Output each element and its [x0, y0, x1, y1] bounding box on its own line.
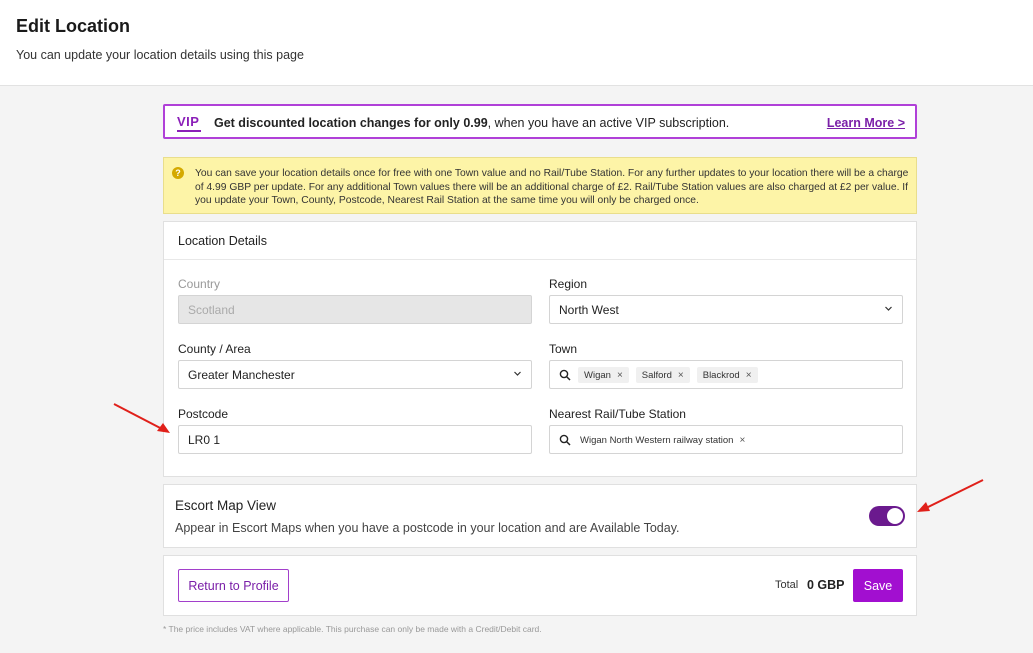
- town-chip: Salford ×: [635, 367, 690, 383]
- town-chips: Wigan × Salford × Blackrod ×: [578, 367, 758, 383]
- region-value: North West: [559, 303, 619, 317]
- close-icon[interactable]: ×: [739, 435, 745, 446]
- region-select[interactable]: North West: [549, 295, 903, 324]
- station-search-field[interactable]: Wigan North Western railway station ×: [549, 425, 903, 454]
- county-value: Greater Manchester: [188, 368, 295, 382]
- annotation-arrow: [917, 479, 984, 512]
- vip-banner: VIP Get discounted location changes for …: [163, 104, 917, 139]
- pricing-notice: ? You can save your location details onc…: [163, 157, 917, 214]
- station-chips: Wigan North Western railway station ×: [578, 432, 748, 448]
- vip-logo-underline: [177, 130, 201, 132]
- toggle-knob: [887, 508, 903, 524]
- vip-logo: VIP: [177, 114, 200, 129]
- town-chip: Blackrod ×: [696, 367, 758, 383]
- page-subtitle: You can update your location details usi…: [16, 48, 304, 62]
- country-field: Scotland: [178, 295, 532, 324]
- county-label: County / Area: [178, 342, 251, 356]
- region-label: Region: [549, 277, 588, 291]
- escort-map-toggle[interactable]: [869, 506, 905, 526]
- return-to-profile-button[interactable]: Return to Profile: [178, 569, 289, 602]
- notice-text: You can save your location details once …: [195, 168, 909, 206]
- town-chip-label: Wigan: [584, 369, 611, 381]
- town-chip: Wigan ×: [578, 367, 629, 383]
- save-button[interactable]: Save: [853, 569, 903, 602]
- total-label: Total: [775, 579, 799, 591]
- vip-banner-text-rest: , when you have an active VIP subscripti…: [487, 116, 730, 130]
- location-details-card: Location Details Country Scotland Region…: [163, 221, 917, 477]
- search-icon: [559, 369, 571, 381]
- vip-banner-text-bold: Get discounted location changes for only…: [214, 116, 488, 130]
- station-chip-label: Wigan North Western railway station: [580, 434, 734, 446]
- vip-banner-text: Get discounted location changes for only…: [214, 116, 729, 130]
- vat-footnote: * The price includes VAT where applicabl…: [163, 624, 542, 634]
- help-circle-icon: ?: [172, 167, 184, 179]
- close-icon[interactable]: ×: [678, 370, 684, 381]
- station-label: Nearest Rail/Tube Station: [549, 407, 686, 421]
- postcode-label: Postcode: [178, 407, 229, 421]
- total-value: 0 GBP: [807, 578, 845, 592]
- close-icon[interactable]: ×: [617, 370, 623, 381]
- chevron-down-icon: [514, 370, 521, 377]
- town-chip-label: Blackrod: [702, 369, 740, 381]
- chevron-down-icon: [885, 305, 892, 312]
- station-chip: Wigan North Western railway station ×: [578, 432, 748, 448]
- town-search-field[interactable]: Wigan × Salford × Blackrod ×: [549, 360, 903, 389]
- location-details-header: Location Details: [164, 222, 916, 260]
- postcode-value: LR0 1: [188, 433, 221, 447]
- action-footer: Return to Profile Total 0 GBP Save: [163, 555, 917, 616]
- county-select[interactable]: Greater Manchester: [178, 360, 532, 389]
- town-label: Town: [549, 342, 578, 356]
- escort-map-description: Appear in Escort Maps when you have a po…: [175, 521, 680, 535]
- postcode-input[interactable]: LR0 1: [178, 425, 532, 454]
- country-value: Scotland: [188, 303, 235, 317]
- search-icon: [559, 434, 571, 446]
- page-header: Edit Location You can update your locati…: [0, 0, 1033, 86]
- escort-map-title: Escort Map View: [175, 498, 277, 513]
- country-label: Country: [178, 277, 221, 291]
- page-title: Edit Location: [16, 16, 130, 36]
- learn-more-link[interactable]: Learn More >: [827, 116, 905, 130]
- location-details-title: Location Details: [178, 234, 267, 248]
- escort-map-card: Escort Map View Appear in Escort Maps wh…: [163, 484, 917, 548]
- annotation-arrow: [113, 403, 170, 433]
- close-icon[interactable]: ×: [746, 370, 752, 381]
- town-chip-label: Salford: [641, 369, 672, 381]
